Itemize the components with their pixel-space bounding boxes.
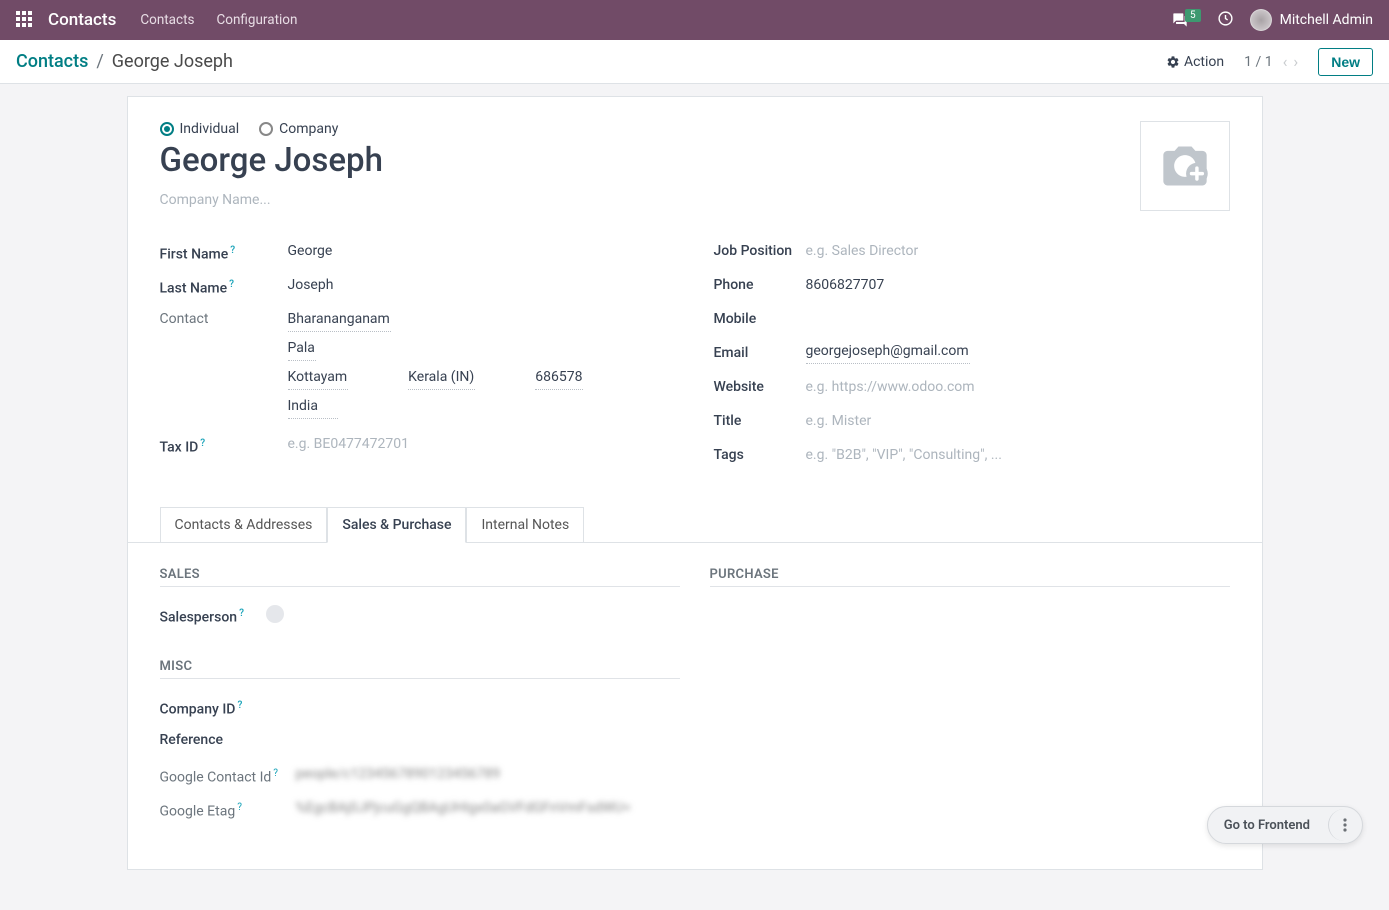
image-upload[interactable] bbox=[1140, 121, 1230, 211]
mobile-label: Mobile bbox=[714, 306, 806, 330]
help-icon[interactable]: ? bbox=[229, 279, 234, 290]
dots-vertical-icon bbox=[1343, 818, 1347, 832]
pager-prev-icon[interactable]: ‹ bbox=[1283, 52, 1288, 71]
help-icon[interactable]: ? bbox=[230, 245, 235, 256]
job-position-label: Job Position bbox=[714, 238, 806, 262]
tags-input[interactable]: e.g. "B2B", "VIP", "Consulting", ... bbox=[806, 442, 1230, 466]
camera-plus-icon bbox=[1156, 140, 1214, 192]
breadcrumb-sep: / bbox=[96, 51, 103, 72]
radio-empty-icon bbox=[259, 122, 273, 136]
tags-label: Tags bbox=[714, 442, 806, 466]
go-to-frontend-button[interactable]: Go to Frontend bbox=[1208, 808, 1326, 843]
google-etag-label: Google Etag? bbox=[160, 795, 296, 823]
tabs: Contacts & Addresses Sales & Purchase In… bbox=[128, 506, 1262, 543]
messaging-icon[interactable]: 5 bbox=[1171, 12, 1201, 28]
control-panel: Contacts / George Joseph Action 1 / 1 ‹ … bbox=[0, 40, 1389, 84]
state-input[interactable]: Kerala (IN) bbox=[408, 366, 475, 390]
user-avatar-chip-icon bbox=[266, 605, 284, 623]
salesperson-label: Salesperson? bbox=[160, 601, 260, 629]
left-column: First Name? George Last Name? Joseph Con… bbox=[160, 238, 710, 476]
pager-next-icon[interactable]: › bbox=[1293, 52, 1298, 71]
messaging-badge: 5 bbox=[1185, 9, 1201, 22]
help-icon[interactable]: ? bbox=[239, 608, 244, 619]
job-position-input[interactable]: e.g. Sales Director bbox=[806, 238, 1230, 262]
form-sheet: Individual Company George Joseph Company… bbox=[127, 96, 1263, 870]
email-input[interactable]: georgejoseph@gmail.com bbox=[806, 340, 970, 364]
first-name-label: First Name? bbox=[160, 238, 288, 266]
phone-input[interactable]: 8606827707 bbox=[806, 272, 1230, 296]
company-id-label: Company ID? bbox=[160, 693, 296, 721]
city-input[interactable]: Pala bbox=[288, 337, 316, 361]
topbar: Contacts Contacts Configuration 5 Mitche… bbox=[0, 0, 1389, 40]
last-name-label: Last Name? bbox=[160, 272, 288, 300]
website-input[interactable]: e.g. https://www.odoo.com bbox=[806, 374, 1230, 398]
tab-internal-notes[interactable]: Internal Notes bbox=[466, 507, 584, 543]
radio-company[interactable]: Company bbox=[259, 121, 338, 137]
google-contact-id-value[interactable]: people/c1234567890123456789 bbox=[296, 761, 680, 785]
gear-icon bbox=[1166, 55, 1180, 69]
google-contact-id-label: Google Contact Id? bbox=[160, 761, 296, 789]
username: Mitchell Admin bbox=[1280, 12, 1373, 28]
topbar-right: 5 Mitchell Admin bbox=[1171, 9, 1373, 31]
help-icon[interactable]: ? bbox=[200, 438, 205, 449]
right-column: Job Position e.g. Sales Director Phone 8… bbox=[714, 238, 1230, 476]
avatar bbox=[1250, 9, 1272, 31]
top-menu: Contacts Configuration bbox=[140, 12, 297, 28]
contact-label: Contact bbox=[160, 306, 288, 330]
country-input[interactable]: India bbox=[288, 395, 338, 419]
menu-contacts[interactable]: Contacts bbox=[140, 12, 194, 28]
new-button[interactable]: New bbox=[1318, 48, 1373, 76]
menu-configuration[interactable]: Configuration bbox=[216, 12, 297, 28]
phone-label: Phone bbox=[714, 272, 806, 296]
breadcrumb: Contacts / George Joseph bbox=[16, 51, 233, 72]
radio-dot-icon bbox=[160, 122, 174, 136]
street-input[interactable]: Bharananganam bbox=[288, 308, 391, 332]
first-name-input[interactable]: George bbox=[288, 238, 710, 262]
user-menu[interactable]: Mitchell Admin bbox=[1250, 9, 1373, 31]
reference-label: Reference bbox=[160, 727, 296, 751]
breadcrumb-root[interactable]: Contacts bbox=[16, 51, 88, 72]
action-label: Action bbox=[1184, 54, 1224, 70]
purchase-section-header: PURCHASE bbox=[710, 567, 1230, 587]
action-button[interactable]: Action bbox=[1166, 54, 1224, 70]
zip-input[interactable]: 686578 bbox=[535, 366, 583, 390]
website-label: Website bbox=[714, 374, 806, 398]
apps-icon[interactable] bbox=[16, 11, 34, 29]
company-id-input[interactable] bbox=[296, 693, 680, 695]
misc-section-header: MISC bbox=[160, 659, 680, 679]
title-input[interactable]: e.g. Mister bbox=[806, 408, 1230, 432]
last-name-input[interactable]: Joseph bbox=[288, 272, 710, 296]
address-block[interactable]: Bharananganam Pala Kottayam Kerala (IN) … bbox=[288, 306, 710, 419]
tab-sales-purchase[interactable]: Sales & Purchase bbox=[327, 507, 466, 543]
help-icon[interactable]: ? bbox=[237, 802, 242, 813]
app-title: Contacts bbox=[48, 10, 116, 30]
reference-input[interactable] bbox=[296, 727, 680, 729]
frontend-pill: Go to Frontend bbox=[1207, 806, 1363, 844]
district-input[interactable]: Kottayam bbox=[288, 366, 349, 390]
contact-name-input[interactable]: George Joseph bbox=[160, 141, 383, 180]
cp-right: Action 1 / 1 ‹ › New bbox=[1166, 48, 1373, 76]
sheet-container: Individual Company George Joseph Company… bbox=[0, 84, 1389, 910]
help-icon[interactable]: ? bbox=[273, 768, 278, 779]
email-label: Email bbox=[714, 340, 806, 364]
radio-individual[interactable]: Individual bbox=[160, 121, 240, 137]
sales-section-header: SALES bbox=[160, 567, 680, 587]
tax-id-label: Tax ID? bbox=[160, 431, 288, 459]
tab-contacts-addresses[interactable]: Contacts & Addresses bbox=[160, 507, 328, 543]
sales-column: SALES Salesperson? MISC Company ID? Refe… bbox=[160, 567, 680, 829]
title-label: Title bbox=[714, 408, 806, 432]
tax-id-input[interactable]: e.g. BE0477472701 bbox=[288, 431, 710, 455]
help-icon[interactable]: ? bbox=[237, 700, 242, 711]
frontend-more-button[interactable] bbox=[1328, 809, 1360, 841]
pager: 1 / 1 ‹ › bbox=[1244, 52, 1298, 71]
company-name-input[interactable]: Company Name... bbox=[160, 192, 383, 208]
salesperson-input[interactable] bbox=[260, 601, 680, 625]
google-etag-value[interactable]: %EgcBAj0JPjcuGgQBAgUHIgx0aGVFdGFnVmFsdWU… bbox=[296, 795, 680, 819]
tab-content: SALES Salesperson? MISC Company ID? Refe… bbox=[160, 543, 1230, 829]
purchase-column: PURCHASE bbox=[710, 567, 1230, 829]
pager-text: 1 / 1 bbox=[1244, 54, 1272, 70]
activities-icon[interactable] bbox=[1217, 10, 1234, 31]
mobile-input[interactable] bbox=[806, 306, 1230, 308]
breadcrumb-current: George Joseph bbox=[112, 51, 233, 72]
